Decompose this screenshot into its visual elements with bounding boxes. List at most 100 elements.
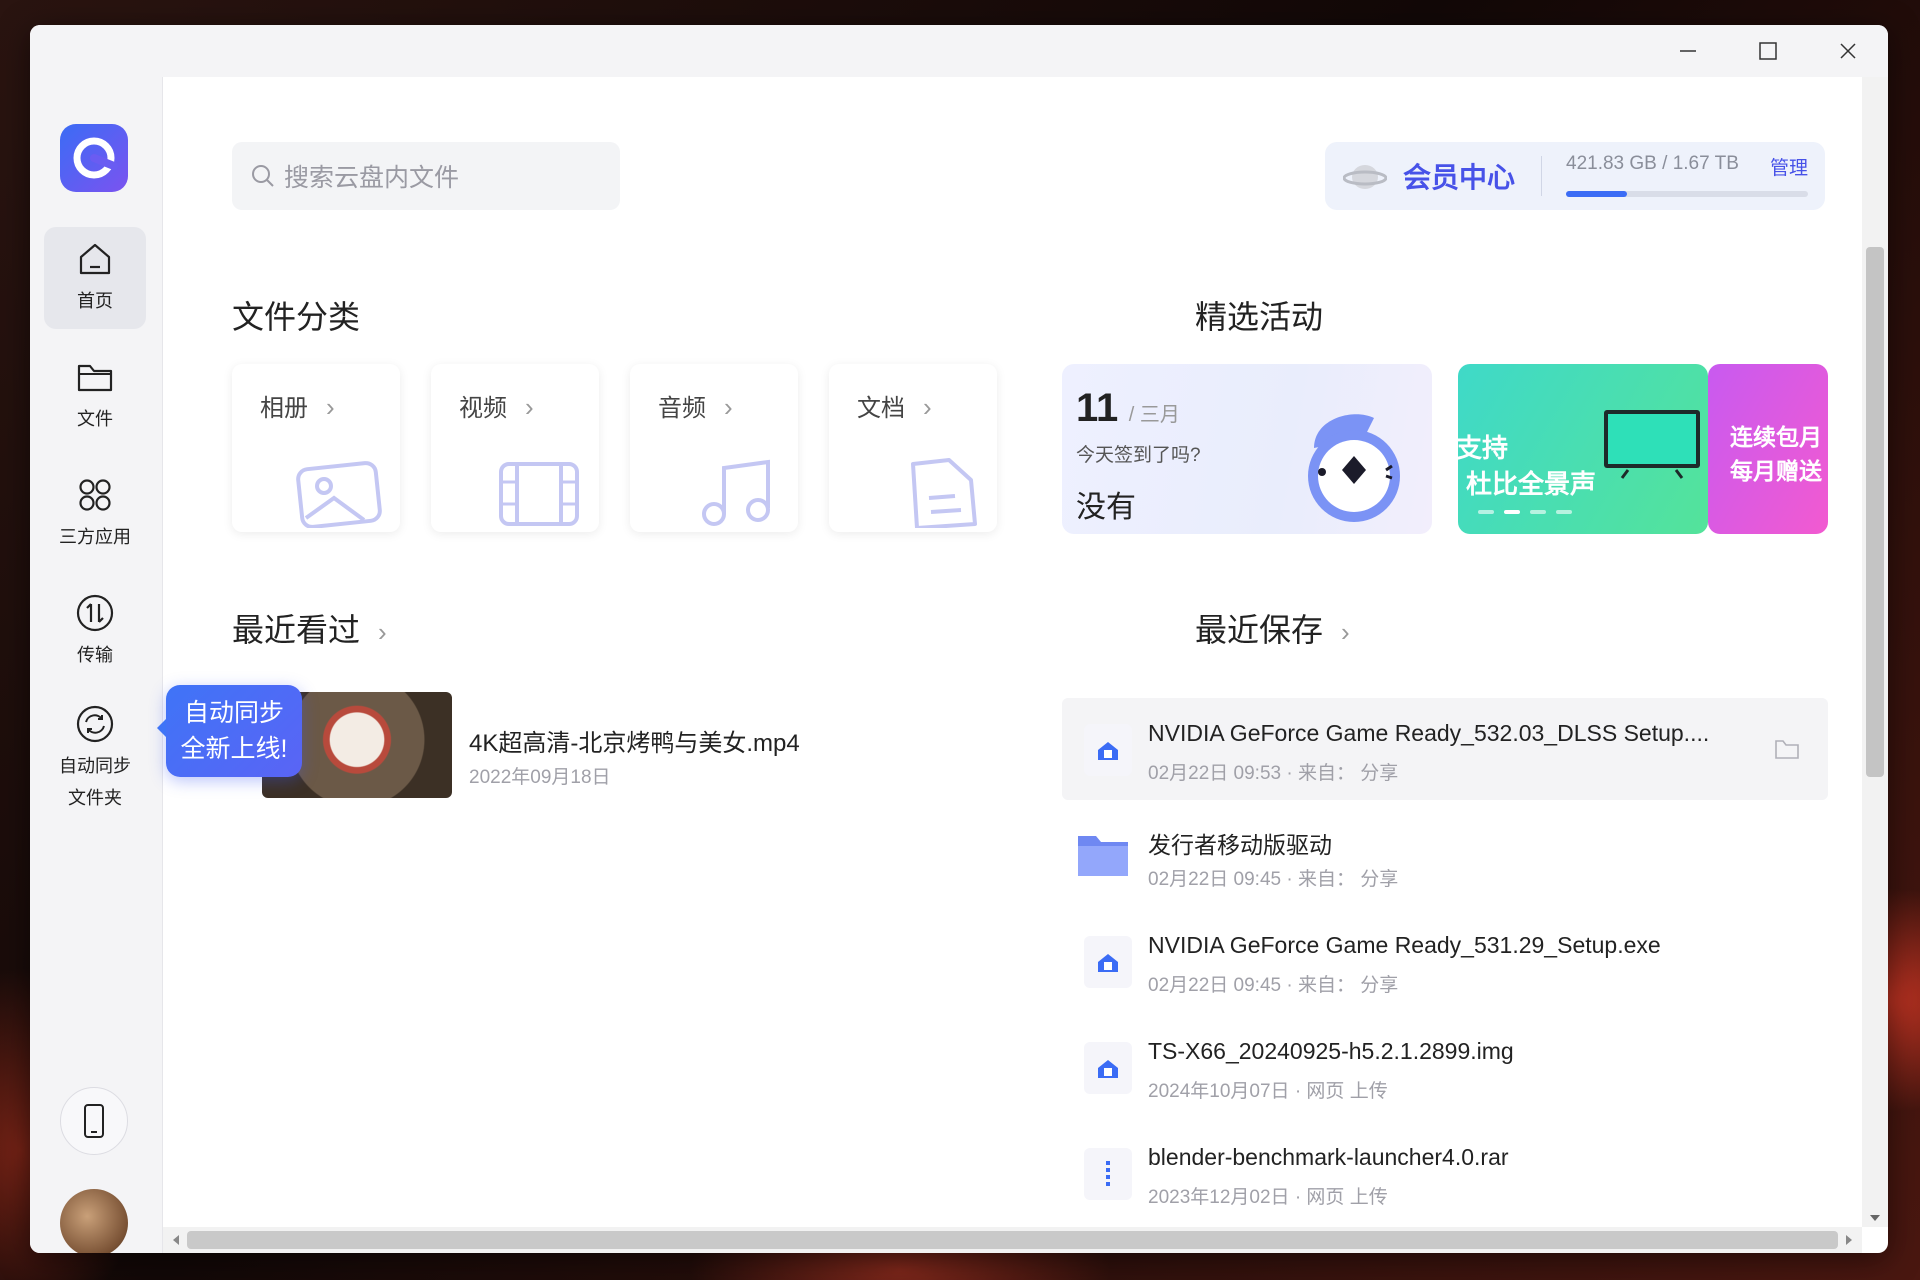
checkin-answer: 没有	[1076, 491, 1136, 524]
tooltip-line1: 自动同步	[183, 699, 284, 727]
minimize-button[interactable]	[1648, 25, 1728, 77]
sidebar-item-transfer[interactable]: 传输	[44, 581, 146, 683]
sidebar-item-autosync[interactable]: 自动同步 文件夹	[44, 699, 146, 819]
minimize-icon	[1680, 50, 1696, 52]
file-meta: 2023年12月02日 · 网页 上传	[1148, 1187, 1388, 1208]
checkin-month: / 三月	[1128, 404, 1180, 426]
chevron-right-icon: ›	[326, 392, 335, 422]
banner2-line1: 连续包月	[1730, 424, 1822, 450]
chevron-right-icon: ›	[923, 392, 932, 422]
scroll-left-arrow-icon[interactable]	[171, 1233, 181, 1247]
carousel-dots	[1478, 510, 1572, 514]
storage-bar	[1566, 191, 1809, 197]
sidebar-item-label: 首页	[77, 291, 113, 311]
scroll-down-arrow-icon[interactable]	[1868, 1213, 1882, 1223]
sidebar-item-label: 三方应用	[59, 527, 131, 547]
category-card-photos[interactable]: 相册 ›	[232, 364, 400, 532]
transfer-icon	[76, 594, 114, 632]
close-button[interactable]	[1808, 25, 1888, 77]
section-title-activities: 精选活动	[1195, 299, 1324, 335]
autosync-promo-tooltip[interactable]: 自动同步 全新上线!	[157, 685, 302, 777]
checkin-question: 今天签到了吗?	[1076, 445, 1201, 466]
file-meta: 02月22日 09:45 · 来自： 分享	[1148, 975, 1399, 996]
section-title-text: 最近看过	[232, 612, 361, 648]
title-bar	[30, 25, 1888, 77]
category-label: 文档	[857, 395, 905, 422]
app-logo[interactable]	[60, 124, 128, 192]
file-name: TS-X66_20240925-h5.2.1.2899.img	[1148, 1038, 1514, 1064]
scroll-right-arrow-icon[interactable]	[1844, 1233, 1854, 1247]
file-name: blender-benchmark-launcher4.0.rar	[1148, 1144, 1509, 1170]
list-item[interactable]: 发行者移动版驱动 02月22日 09:45 · 来自： 分享	[1062, 804, 1828, 906]
maximize-icon	[1759, 42, 1777, 60]
sync-icon	[76, 705, 114, 743]
banner1-line1: 支持	[1458, 433, 1509, 463]
horizontal-scrollbar-thumb[interactable]	[187, 1231, 1838, 1249]
sidebar-item-label: 文件	[77, 409, 113, 429]
file-name: NVIDIA GeForce Game Ready_532.03_DLSS Se…	[1148, 720, 1710, 746]
phone-icon	[84, 1104, 104, 1138]
manage-link[interactable]: 管理	[1770, 153, 1808, 180]
section-title-text: 最近保存	[1195, 612, 1324, 648]
search-placeholder: 搜索云盘内文件	[284, 164, 460, 192]
sidebar-item-apps[interactable]: 三方应用	[44, 463, 146, 565]
exe-file-icon	[1084, 936, 1132, 988]
section-title-recent-saved[interactable]: 最近保存 ›	[1195, 605, 1350, 651]
vip-panel: 会员中心 421.83 GB / 1.67 TB 管理	[1325, 142, 1825, 210]
list-item[interactable]: TS-X66_20240925-h5.2.1.2899.img 2024年10月…	[1062, 1016, 1828, 1118]
search-icon	[252, 165, 274, 187]
maximize-button[interactable]	[1728, 25, 1808, 77]
zip-file-icon	[1084, 1148, 1132, 1200]
film-icon	[499, 462, 579, 526]
sidebar-item-label: 传输	[77, 645, 113, 665]
search-input[interactable]: 搜索云盘内文件	[232, 142, 620, 210]
category-label: 相册	[260, 395, 308, 422]
exe-file-icon	[1084, 724, 1132, 776]
folder-icon	[77, 364, 113, 392]
planet-icon	[1343, 165, 1387, 189]
user-avatar[interactable]	[60, 1189, 128, 1253]
app-window: 首页 文件 三方应用 传输 自动同步 文件夹 自动同步 全新上线! 搜索云盘内文…	[30, 25, 1888, 1253]
category-card-documents[interactable]: 文档 ›	[829, 364, 997, 532]
file-name: NVIDIA GeForce Game Ready_531.29_Setup.e…	[1148, 932, 1661, 958]
checkin-day: 11	[1076, 386, 1119, 430]
sidebar-item-home[interactable]: 首页	[44, 227, 146, 329]
vip-center-link[interactable]: 会员中心	[1403, 156, 1515, 196]
folder-icon	[1076, 832, 1130, 878]
chevron-right-icon: ›	[724, 392, 733, 422]
main-content: 搜索云盘内文件 会员中心 421.83 GB / 1.67 TB 管理 文件分类…	[163, 77, 1862, 1227]
tv-icon	[1604, 410, 1700, 479]
chevron-right-icon: ›	[525, 392, 534, 422]
subscription-banner[interactable]: 连续包月 每月赠送	[1708, 364, 1828, 534]
banner2-line2: 每月赠送	[1730, 458, 1822, 484]
category-label: 音频	[658, 395, 706, 422]
open-folder-icon[interactable]	[1774, 738, 1800, 760]
section-title-recent-viewed[interactable]: 最近看过 ›	[232, 605, 387, 651]
category-card-audio[interactable]: 音频 ›	[630, 364, 798, 532]
dolby-banner[interactable]: 支持 杜比全景声	[1458, 364, 1708, 534]
mobile-app-button[interactable]	[60, 1087, 128, 1155]
vertical-scrollbar-thumb[interactable]	[1866, 247, 1884, 777]
mascot-icon	[1308, 414, 1400, 522]
list-item[interactable]: NVIDIA GeForce Game Ready_531.29_Setup.e…	[1062, 910, 1828, 1012]
sidebar-item-label: 自动同步	[59, 756, 131, 776]
list-item[interactable]: blender-benchmark-launcher4.0.rar 2023年1…	[1062, 1122, 1828, 1224]
horizontal-scrollbar[interactable]	[163, 1227, 1862, 1253]
section-title-categories: 文件分类	[232, 299, 361, 335]
file-name: 发行者移动版驱动	[1148, 832, 1332, 858]
image-icon	[296, 461, 382, 528]
vertical-scrollbar[interactable]	[1862, 77, 1888, 1227]
category-card-videos[interactable]: 视频 ›	[431, 364, 599, 532]
storage-bar-fill	[1566, 191, 1627, 197]
list-item[interactable]: NVIDIA GeForce Game Ready_532.03_DLSS Se…	[1062, 698, 1828, 800]
sidebar-item-label: 文件夹	[68, 788, 122, 808]
chevron-right-icon: ›	[1341, 617, 1350, 647]
checkin-card[interactable]: 11 / 三月 今天签到了吗? 没有	[1062, 364, 1432, 534]
storage-usage: 421.83 GB / 1.67 TB 管理	[1566, 151, 1809, 201]
recent-viewed-name[interactable]: 4K超高清-北京烤鸭与美女.mp4	[469, 723, 800, 758]
sidebar-item-files[interactable]: 文件	[44, 345, 146, 447]
file-meta: 02月22日 09:53 · 来自： 分享	[1148, 763, 1399, 784]
file-meta: 02月22日 09:45 · 来自： 分享	[1148, 869, 1399, 890]
img-file-icon	[1084, 1042, 1132, 1094]
home-icon	[79, 243, 111, 275]
